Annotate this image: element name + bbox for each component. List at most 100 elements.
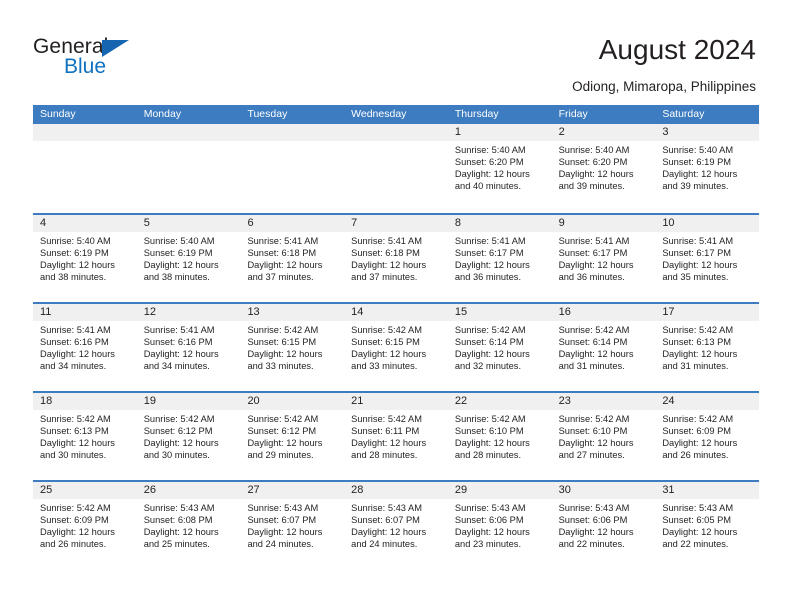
daylight-text-line1: Daylight: 12 hours [351, 348, 427, 359]
sunset-text: Sunset: 6:07 PM [247, 514, 317, 525]
day-number: 31 [655, 482, 760, 499]
sunrise-text: Sunrise: 5:40 AM [143, 236, 215, 246]
calendar-week-row: 4 Sunrise: 5:40 AM Sunset: 6:19 PM Daylight… [33, 213, 760, 302]
sunset-text: Sunset: 6:17 PM [662, 247, 732, 258]
calendar-day-cell[interactable]: 9 Sunrise: 5:41 AM Sunset: 6:17 PM Daylight… [551, 215, 656, 302]
day-number: 7 [344, 215, 448, 232]
calendar-day-cell[interactable]: 27 Sunrise: 5:43 AM Sunset: 6:07 PM Dayligh… [240, 482, 345, 569]
daylight-text-line1: Daylight: 12 hours [247, 526, 323, 537]
sunrise-text: Sunrise: 5:42 AM [558, 414, 630, 424]
day-number: 10 [655, 215, 760, 232]
sunset-text: Sunset: 6:13 PM [662, 336, 732, 347]
day-details: Sunrise: 5:41 AM Sunset: 6:17 PM Daylight:… [655, 232, 759, 284]
calendar-day-cell[interactable]: 22 Sunrise: 5:42 AM Sunset: 6:10 PM Dayligh… [447, 393, 552, 480]
calendar-day-cell[interactable]: 7 Sunrise: 5:41 AM Sunset: 6:18 PM Daylight… [344, 215, 448, 302]
calendar-day-cell[interactable]: 10 Sunrise: 5:41 AM Sunset: 6:17 PM Dayligh… [655, 215, 760, 302]
calendar-day-cell[interactable]: 29 Sunrise: 5:43 AM Sunset: 6:06 PM Dayligh… [447, 482, 552, 569]
calendar-week-row: 11 Sunrise: 5:41 AM Sunset: 6:16 PM Dayligh… [33, 302, 760, 391]
calendar-day-cell-empty [136, 124, 241, 213]
daylight-text-line1: Daylight: 12 hours [143, 259, 219, 270]
calendar-day-cell[interactable]: 17 Sunrise: 5:42 AM Sunset: 6:13 PM Dayligh… [655, 304, 760, 391]
calendar-week-row: 25 Sunrise: 5:42 AM Sunset: 6:09 PM Dayligh… [33, 480, 760, 569]
sunset-text: Sunset: 6:09 PM [40, 514, 109, 525]
sunset-text: Sunset: 6:07 PM [351, 514, 420, 525]
calendar-day-cell[interactable]: 16 Sunrise: 5:42 AM Sunset: 6:14 PM Dayligh… [551, 304, 656, 391]
calendar-week-row: 18 Sunrise: 5:42 AM Sunset: 6:13 PM Dayligh… [33, 391, 760, 480]
daylight-text-line2: and 28 minutes. [351, 449, 418, 460]
daylight-text-line1: Daylight: 12 hours [247, 348, 323, 359]
daylight-text-line1: Daylight: 12 hours [247, 437, 323, 448]
daylight-text-line1: Daylight: 12 hours [143, 348, 219, 359]
daylight-text-line2: and 31 minutes. [662, 360, 729, 371]
sunrise-text: Sunrise: 5:42 AM [558, 325, 630, 335]
sunrise-text: Sunrise: 5:40 AM [40, 236, 111, 246]
calendar-day-cell[interactable]: 20 Sunrise: 5:42 AM Sunset: 6:12 PM Dayligh… [240, 393, 345, 480]
calendar-day-cell[interactable]: 11 Sunrise: 5:41 AM Sunset: 6:16 PM Dayligh… [33, 304, 137, 391]
calendar-day-cell[interactable]: 4 Sunrise: 5:40 AM Sunset: 6:19 PM Daylight… [33, 215, 137, 302]
weekday-monday: Monday [143, 108, 182, 120]
calendar-day-cell[interactable]: 25 Sunrise: 5:42 AM Sunset: 6:09 PM Dayligh… [33, 482, 137, 569]
daylight-text-line1: Daylight: 12 hours [40, 348, 115, 359]
daylight-text-line2: and 26 minutes. [662, 449, 729, 460]
sunrise-text: Sunrise: 5:42 AM [454, 414, 526, 424]
sunset-text: Sunset: 6:08 PM [143, 514, 213, 525]
sunrise-text: Sunrise: 5:42 AM [662, 325, 734, 335]
day-number: 25 [33, 482, 137, 499]
calendar-day-cell[interactable]: 13 Sunrise: 5:42 AM Sunset: 6:15 PM Dayligh… [240, 304, 345, 391]
calendar-day-cell[interactable]: 5 Sunrise: 5:40 AM Sunset: 6:19 PM Daylight… [136, 215, 241, 302]
day-details: Sunrise: 5:41 AM Sunset: 6:18 PM Daylight:… [344, 232, 448, 284]
calendar-day-cell[interactable]: 30 Sunrise: 5:43 AM Sunset: 6:06 PM Dayligh… [551, 482, 656, 569]
calendar-day-cell[interactable]: 8 Sunrise: 5:41 AM Sunset: 6:17 PM Daylight… [447, 215, 552, 302]
calendar-day-cell[interactable]: 24 Sunrise: 5:42 AM Sunset: 6:09 PM Dayligh… [655, 393, 760, 480]
day-details: Sunrise: 5:40 AM Sunset: 6:20 PM Daylight:… [448, 141, 552, 193]
daylight-text-line2: and 24 minutes. [247, 538, 314, 549]
day-details: Sunrise: 5:43 AM Sunset: 6:07 PM Daylight:… [344, 499, 448, 551]
day-number: 29 [447, 482, 552, 499]
daylight-text-line2: and 33 minutes. [247, 360, 314, 371]
sunrise-text: Sunrise: 5:41 AM [558, 236, 630, 246]
daylight-text-line1: Daylight: 12 hours [454, 437, 530, 448]
daylight-text-line2: and 23 minutes. [454, 538, 522, 549]
sunrise-text: Sunrise: 5:41 AM [454, 236, 526, 246]
day-number: 14 [344, 304, 448, 321]
sunrise-text: Sunrise: 5:42 AM [351, 325, 422, 335]
day-number: 17 [655, 304, 760, 321]
general-blue-logo[interactable]: General Blue [33, 36, 213, 86]
calendar-day-cell-empty [33, 124, 137, 213]
sunrise-text: Sunrise: 5:43 AM [351, 503, 422, 513]
calendar-day-cell[interactable]: 14 Sunrise: 5:42 AM Sunset: 6:15 PM Dayligh… [344, 304, 448, 391]
day-number [240, 124, 345, 141]
calendar-day-cell[interactable]: 21 Sunrise: 5:42 AM Sunset: 6:11 PM Dayligh… [344, 393, 448, 480]
sunset-text: Sunset: 6:20 PM [558, 156, 628, 167]
daylight-text-line1: Daylight: 12 hours [40, 437, 115, 448]
daylight-text-line2: and 37 minutes. [351, 271, 418, 282]
day-details: Sunrise: 5:40 AM Sunset: 6:20 PM Daylight:… [552, 141, 656, 193]
daylight-text-line1: Daylight: 12 hours [40, 259, 115, 270]
day-details: Sunrise: 5:42 AM Sunset: 6:14 PM Daylight:… [552, 321, 656, 373]
sunrise-text: Sunrise: 5:40 AM [454, 145, 526, 155]
calendar-day-cell[interactable]: 1 Sunrise: 5:40 AM Sunset: 6:20 PM Daylight… [447, 124, 552, 213]
sunrise-text: Sunrise: 5:42 AM [662, 414, 734, 424]
calendar-day-cell[interactable]: 6 Sunrise: 5:41 AM Sunset: 6:18 PM Daylight… [240, 215, 345, 302]
daylight-text-line2: and 39 minutes. [558, 180, 625, 191]
sunset-text: Sunset: 6:10 PM [454, 425, 524, 436]
calendar-day-cell[interactable]: 3 Sunrise: 5:40 AM Sunset: 6:19 PM Daylight… [655, 124, 760, 213]
calendar-day-cell[interactable]: 31 Sunrise: 5:43 AM Sunset: 6:05 PM Dayligh… [655, 482, 760, 569]
calendar-day-cell[interactable]: 2 Sunrise: 5:40 AM Sunset: 6:20 PM Daylight… [551, 124, 656, 213]
calendar-day-cell[interactable]: 18 Sunrise: 5:42 AM Sunset: 6:13 PM Dayligh… [33, 393, 137, 480]
day-details: Sunrise: 5:42 AM Sunset: 6:14 PM Daylight:… [448, 321, 552, 373]
calendar-day-cell[interactable]: 23 Sunrise: 5:42 AM Sunset: 6:10 PM Dayligh… [551, 393, 656, 480]
day-details: Sunrise: 5:40 AM Sunset: 6:19 PM Daylight:… [655, 141, 759, 193]
day-number: 22 [447, 393, 552, 410]
day-number: 6 [240, 215, 345, 232]
calendar-day-cell[interactable]: 19 Sunrise: 5:42 AM Sunset: 6:12 PM Dayligh… [136, 393, 241, 480]
calendar-day-cell[interactable]: 12 Sunrise: 5:41 AM Sunset: 6:16 PM Dayligh… [136, 304, 241, 391]
calendar-day-cell[interactable]: 15 Sunrise: 5:42 AM Sunset: 6:14 PM Dayligh… [447, 304, 552, 391]
calendar-day-cell[interactable]: 26 Sunrise: 5:43 AM Sunset: 6:08 PM Dayligh… [136, 482, 241, 569]
day-details: Sunrise: 5:40 AM Sunset: 6:19 PM Daylight:… [137, 232, 241, 284]
sunset-text: Sunset: 6:19 PM [143, 247, 213, 258]
daylight-text-line2: and 22 minutes. [558, 538, 625, 549]
calendar-day-cell[interactable]: 28 Sunrise: 5:43 AM Sunset: 6:07 PM Dayligh… [344, 482, 448, 569]
sunrise-text: Sunrise: 5:42 AM [351, 414, 422, 424]
sunset-text: Sunset: 6:13 PM [40, 425, 109, 436]
